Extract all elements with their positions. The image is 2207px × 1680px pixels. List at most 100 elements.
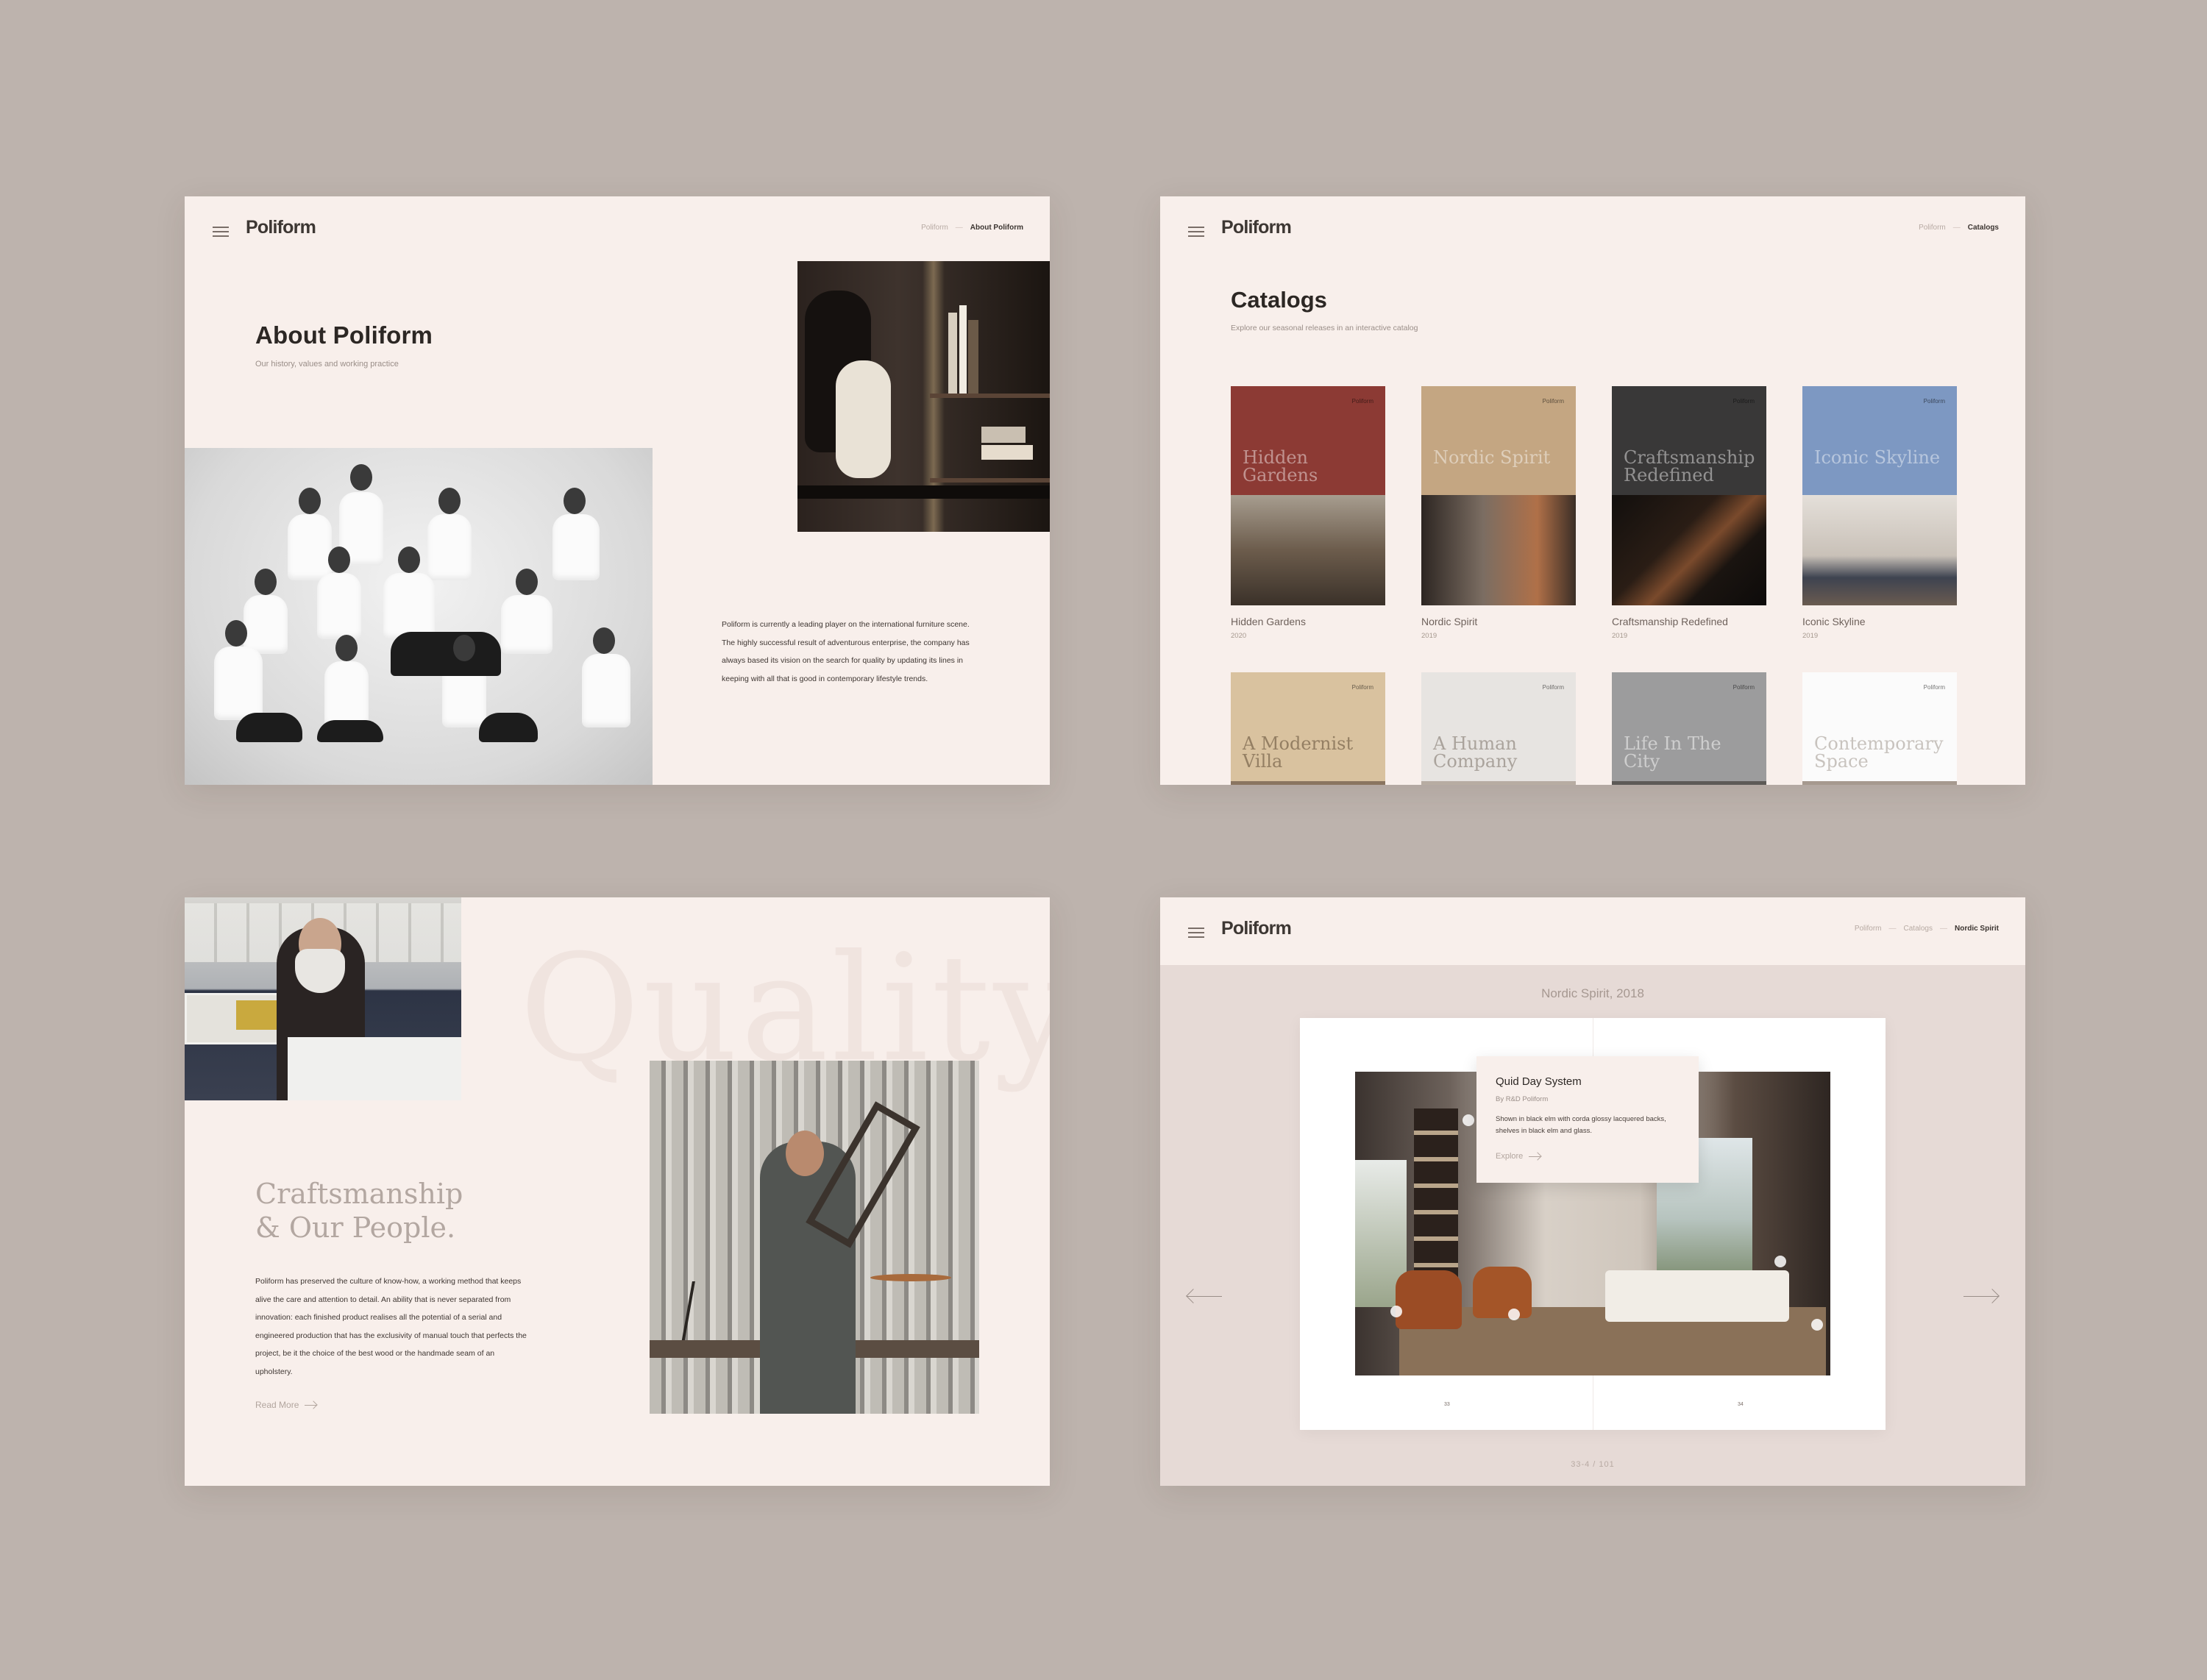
catalog-card[interactable]: Poliform Iconic Skyline Iconic Skyline 2… xyxy=(1802,386,1957,640)
catalog-name[interactable]: Craftsmanship Redefined xyxy=(1612,616,1766,627)
catalog-cover[interactable]: Poliform A Modernist Villa xyxy=(1231,672,1385,785)
logo[interactable]: Poliform xyxy=(1221,217,1292,238)
shelf-photo xyxy=(797,261,1050,532)
cover-brand: Poliform xyxy=(1732,684,1755,691)
viewer-body: Nordic Spirit, 2018 Quid Day System By R… xyxy=(1160,965,2025,1486)
cover-image xyxy=(1421,781,1576,785)
page-number-left: 33 xyxy=(1444,1402,1450,1407)
cover-brand: Poliform xyxy=(1351,398,1373,405)
logo[interactable]: Poliform xyxy=(1221,918,1292,939)
cover-title: Iconic Skyline xyxy=(1814,447,1941,468)
product-tooltip: Quid Day System By R&D Poliform Shown in… xyxy=(1476,1056,1699,1183)
read-more-link[interactable]: Read More xyxy=(255,1400,317,1410)
artisan-portrait-photo xyxy=(185,897,461,1100)
page-subtitle: Explore our seasonal releases in an inte… xyxy=(1231,324,1418,332)
cover-image xyxy=(1612,495,1766,605)
cover-image xyxy=(1802,495,1957,605)
breadcrumb-catalogs[interactable]: Catalogs xyxy=(1904,925,1933,933)
catalog-viewer-page: Poliform Poliform — Catalogs — Nordic Sp… xyxy=(1160,897,2025,1486)
catalog-card[interactable]: Poliform Nordic Spirit Nordic Spirit 201… xyxy=(1421,386,1576,640)
catalog-card[interactable]: Poliform A Human Company xyxy=(1421,672,1576,785)
catalog-cover[interactable]: Poliform Craftsmanship Redefined xyxy=(1612,386,1766,605)
catalog-card[interactable]: Poliform Hidden Gardens Hidden Gardens 2… xyxy=(1231,386,1385,640)
breadcrumb-separator: — xyxy=(1939,925,1947,933)
next-page-arrow-icon[interactable] xyxy=(1963,1289,2000,1303)
hotspot-dot[interactable] xyxy=(1390,1306,1402,1317)
product-title: Quid Day System xyxy=(1496,1075,1582,1088)
product-designer: By R&D Poliform xyxy=(1496,1095,1549,1103)
about-paragraph: Poliform is currently a leading player o… xyxy=(722,620,970,683)
cover-title: A Human Company xyxy=(1433,733,1518,772)
section-heading: Craftsmanship & Our People. xyxy=(255,1177,463,1245)
catalog-name[interactable]: Iconic Skyline xyxy=(1802,616,1957,627)
catalog-cover[interactable]: Poliform Contemporary Space xyxy=(1802,672,1957,785)
team-photo xyxy=(185,448,653,785)
cover-image xyxy=(1231,495,1385,605)
heading-line-2: & Our People. xyxy=(255,1211,456,1244)
breadcrumb: Poliform — Catalogs — Nordic Spirit xyxy=(1855,925,1999,933)
menu-icon[interactable] xyxy=(1188,928,1204,938)
cover-brand: Poliform xyxy=(1732,398,1755,405)
prev-page-arrow-icon[interactable] xyxy=(1186,1289,1222,1303)
menu-icon[interactable] xyxy=(1188,227,1204,237)
cover-image xyxy=(1421,495,1576,605)
menu-icon[interactable] xyxy=(213,227,229,237)
page-title: Catalogs xyxy=(1231,287,1327,313)
page-number-right: 34 xyxy=(1738,1402,1744,1407)
catalog-card[interactable]: Poliform A Modernist Villa xyxy=(1231,672,1385,785)
page-title: About Poliform xyxy=(255,321,433,349)
cover-brand: Poliform xyxy=(1542,398,1564,405)
arrow-right-icon xyxy=(305,1404,317,1406)
cover-title: Craftsmanship Redefined xyxy=(1624,447,1755,485)
catalog-card[interactable]: Poliform Life In The City xyxy=(1612,672,1766,785)
product-description: Shown in black elm with corda glossy lac… xyxy=(1496,1115,1666,1135)
arrow-right-icon xyxy=(1529,1156,1541,1157)
page-counter: 33-4 / 101 xyxy=(1571,1460,1615,1469)
cover-image xyxy=(1802,781,1957,785)
hotspot-dot[interactable] xyxy=(1508,1309,1520,1320)
read-more-label: Read More xyxy=(255,1400,299,1410)
breadcrumb-root[interactable]: Poliform xyxy=(921,224,948,232)
cover-title: Hidden Gardens xyxy=(1243,447,1318,485)
cover-brand: Poliform xyxy=(1923,684,1945,691)
breadcrumb-separator: — xyxy=(1888,925,1897,933)
hotspot-dot[interactable] xyxy=(1811,1319,1823,1331)
logo[interactable]: Poliform xyxy=(246,217,316,238)
craftsmanship-page: Quality Craftsmanship & Our People. Poli… xyxy=(185,897,1050,1486)
breadcrumb-current: Catalogs xyxy=(1967,224,1999,232)
cover-brand: Poliform xyxy=(1351,684,1373,691)
hotspot-dot[interactable] xyxy=(1463,1114,1474,1126)
catalog-cover[interactable]: Poliform A Human Company xyxy=(1421,672,1576,785)
breadcrumb-current: About Poliform xyxy=(970,224,1023,232)
cover-image xyxy=(1231,781,1385,785)
cover-brand: Poliform xyxy=(1923,398,1945,405)
catalog-name[interactable]: Hidden Gardens xyxy=(1231,616,1385,627)
about-page: Poliform Poliform — About Poliform About… xyxy=(185,196,1050,785)
breadcrumb-root[interactable]: Poliform xyxy=(1919,224,1946,232)
breadcrumb: Poliform — About Poliform xyxy=(921,224,1023,232)
explore-link[interactable]: Explore xyxy=(1496,1152,1680,1161)
catalog-year: 2019 xyxy=(1802,632,1819,640)
catalog-card[interactable]: Poliform Craftsmanship Redefined Craftsm… xyxy=(1612,386,1766,640)
catalog-year: 2019 xyxy=(1421,632,1437,640)
catalog-title: Nordic Spirit, 2018 xyxy=(1541,986,1644,1000)
heading-line-1: Craftsmanship xyxy=(255,1178,463,1210)
catalog-spread[interactable]: Quid Day System By R&D Poliform Shown in… xyxy=(1300,1018,1886,1430)
cover-title: Contemporary Space xyxy=(1814,733,1944,772)
breadcrumb-separator: — xyxy=(1952,224,1961,232)
cover-title: Nordic Spirit xyxy=(1433,447,1551,468)
catalog-cover[interactable]: Poliform Hidden Gardens xyxy=(1231,386,1385,605)
catalog-card[interactable]: Poliform Contemporary Space xyxy=(1802,672,1957,785)
cover-brand: Poliform xyxy=(1542,684,1564,691)
craftsman-photo xyxy=(650,1061,979,1414)
breadcrumb-separator: — xyxy=(955,224,963,232)
catalog-cover[interactable]: Poliform Iconic Skyline xyxy=(1802,386,1957,605)
explore-label: Explore xyxy=(1496,1152,1524,1161)
catalog-name[interactable]: Nordic Spirit xyxy=(1421,616,1576,627)
page-subtitle: Our history, values and working practice xyxy=(255,360,399,369)
hotspot-dot[interactable] xyxy=(1774,1256,1786,1267)
catalogs-page: Poliform Poliform — Catalogs Catalogs Ex… xyxy=(1160,196,2025,785)
catalog-cover[interactable]: Poliform Life In The City xyxy=(1612,672,1766,785)
breadcrumb-root[interactable]: Poliform xyxy=(1855,925,1882,933)
catalog-cover[interactable]: Poliform Nordic Spirit xyxy=(1421,386,1576,605)
